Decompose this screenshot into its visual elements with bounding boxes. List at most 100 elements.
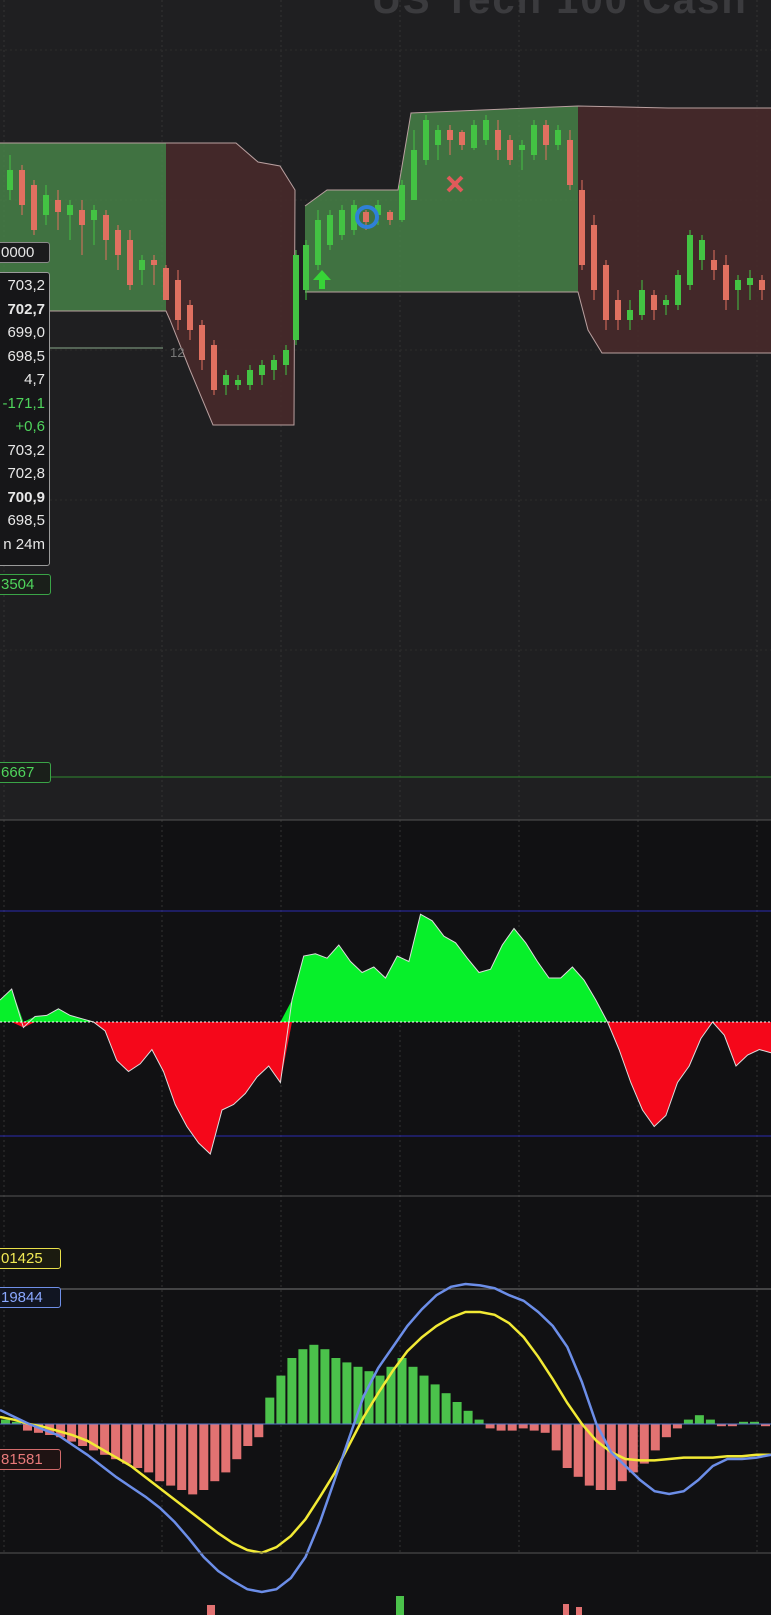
candle-body: [283, 350, 289, 365]
candle-body: [315, 220, 321, 265]
histogram-bar: [485, 1424, 495, 1429]
signal-value-tag: 01425: [0, 1248, 61, 1269]
candle-body: [199, 325, 205, 360]
chart-title: US Tech 100 Cash: [372, 0, 748, 22]
histogram-bar: [243, 1424, 253, 1446]
ohlc-row: n 24m: [3, 535, 45, 553]
candle-body: [459, 132, 465, 145]
small-tag: 12: [170, 345, 184, 360]
histogram-bar: [694, 1415, 704, 1424]
histogram-bar: [276, 1375, 286, 1424]
ohlc-row: 702,8: [7, 465, 45, 482]
histogram-bar: [254, 1424, 264, 1438]
histogram-bar: [287, 1358, 297, 1424]
histogram-bar: [551, 1424, 561, 1451]
histogram-bar: [650, 1424, 660, 1451]
candle-body: [411, 150, 417, 200]
histogram-bar: [1, 1419, 10, 1424]
candle-body: [247, 370, 253, 385]
histogram-bar: [320, 1349, 330, 1424]
histogram-bar: [474, 1419, 484, 1424]
candle-body: [483, 120, 489, 140]
ohlc-row: 4,7: [24, 371, 45, 388]
histogram-bar: [298, 1349, 308, 1424]
ohlc-panel: 703,2 702,7 699,0 698,5 4,7 -171,1 +0,6 …: [0, 272, 50, 566]
trading-chart[interactable]: 12: [0, 0, 771, 1615]
histogram-bar: [188, 1424, 198, 1495]
candle-body: [115, 230, 121, 255]
candle-body: [555, 130, 561, 145]
candle-body: [151, 260, 157, 265]
histogram-bar: [122, 1424, 132, 1464]
histogram-bar: [617, 1424, 627, 1482]
ohlc-row: 699,0: [7, 324, 45, 341]
histogram-bar: [166, 1424, 176, 1486]
histogram-bar: [419, 1375, 429, 1424]
candle-body: [531, 125, 537, 155]
candle-body: [91, 210, 97, 220]
histogram-bar: [507, 1424, 517, 1431]
candle-body: [435, 130, 441, 145]
histogram-bar: [518, 1424, 528, 1429]
candle-body: [127, 240, 133, 285]
histogram-bar: [529, 1424, 539, 1431]
histogram-value-tag: 81581: [0, 1449, 61, 1470]
histogram-bar: [199, 1424, 209, 1490]
green-tag: 3504: [0, 574, 51, 595]
ohlc-row: 698,5: [7, 512, 45, 529]
candle-body: [699, 240, 705, 260]
ohlc-row: +0,6: [15, 418, 45, 435]
candle-body: [339, 210, 345, 235]
candle-body: [675, 275, 681, 305]
histogram-bar: [705, 1419, 715, 1424]
histogram-bar: [496, 1424, 506, 1431]
histogram-bar: [661, 1424, 671, 1438]
histogram-bar: [452, 1402, 462, 1424]
histogram-bar: [265, 1397, 275, 1424]
candle-body: [495, 130, 501, 150]
candle-body: [471, 125, 477, 148]
histogram-bar: [133, 1424, 143, 1468]
candle-body: [747, 278, 753, 285]
candle-body: [31, 185, 37, 230]
histogram-bar: [672, 1424, 682, 1429]
candle-body: [327, 215, 333, 245]
candle-body: [627, 310, 633, 320]
histogram-bar: [441, 1393, 451, 1424]
green-tag-2: 6667: [0, 762, 51, 783]
histogram-bar: [155, 1424, 165, 1482]
candle-body: [259, 365, 265, 375]
candle-body: [223, 375, 229, 385]
candle-body: [303, 245, 309, 290]
candle-body: [759, 280, 765, 290]
candle-body: [235, 380, 241, 385]
candle-body: [603, 265, 609, 320]
histogram-bar: [342, 1362, 352, 1424]
candle-body: [293, 255, 299, 340]
candle-body: [7, 170, 13, 190]
price-box-label: 0000: [0, 242, 50, 263]
candle-body: [211, 345, 217, 390]
ohlc-row: -171,1: [2, 394, 45, 412]
histogram-bar: [562, 1424, 572, 1468]
candle-body: [79, 210, 85, 225]
histogram-bar: [397, 1358, 407, 1424]
histogram-bar: [210, 1424, 220, 1482]
candle-body: [67, 205, 73, 215]
histogram-bar: [232, 1424, 242, 1460]
candle-body: [187, 305, 193, 330]
ohlc-row: 698,5: [7, 347, 45, 365]
histogram-bar: [573, 1424, 583, 1477]
candle-body: [447, 130, 453, 140]
histogram-bar: [309, 1344, 319, 1424]
histogram-bar: [375, 1375, 385, 1424]
candle-body: [399, 185, 405, 220]
candle-body: [591, 225, 597, 290]
histogram-bar: [639, 1424, 649, 1464]
candle-body: [567, 140, 573, 185]
candle-body: [139, 260, 145, 270]
candle-body: [723, 265, 729, 300]
histogram-bar: [144, 1424, 154, 1473]
ohlc-row: 703,2: [7, 277, 45, 294]
candle-body: [507, 140, 513, 160]
